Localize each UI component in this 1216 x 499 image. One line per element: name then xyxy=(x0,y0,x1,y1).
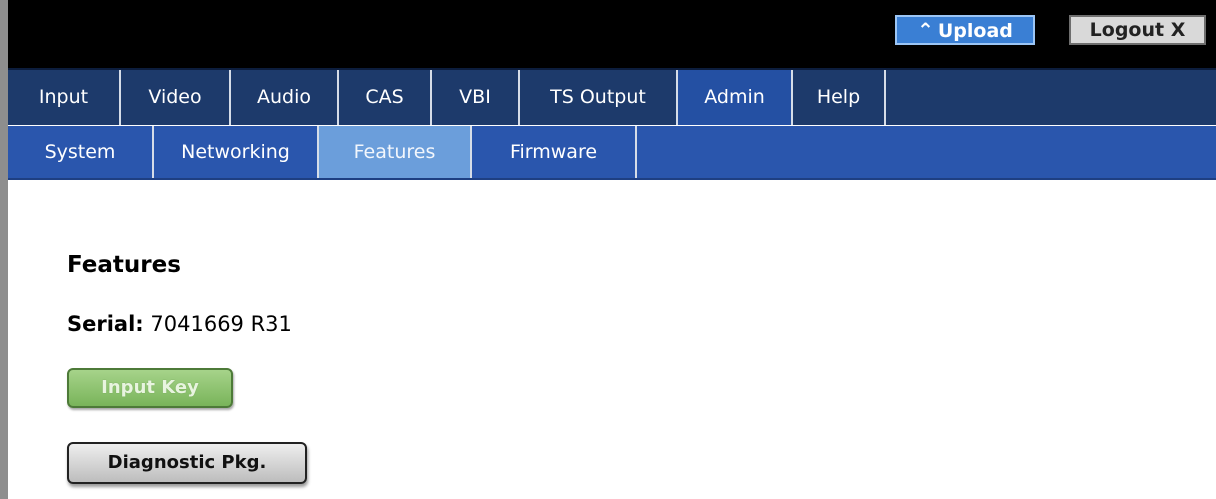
input-key-button[interactable]: Input Key xyxy=(67,368,233,408)
tab-admin[interactable]: Admin xyxy=(678,70,793,125)
left-rail xyxy=(0,0,8,499)
tab-cas[interactable]: CAS xyxy=(339,70,432,125)
page-title: Features xyxy=(67,252,181,278)
tab-video[interactable]: Video xyxy=(121,70,231,125)
diagnostic-pkg-button[interactable]: Diagnostic Pkg. xyxy=(67,442,307,484)
serial-value: 7041669 R31 xyxy=(150,312,292,336)
subtab-system[interactable]: System xyxy=(8,126,154,178)
tab-ts-output[interactable]: TS Output xyxy=(520,70,678,125)
tab-vbi[interactable]: VBI xyxy=(432,70,520,125)
sub-nav: System Networking Features Firmware xyxy=(8,125,1216,180)
double-chevron-up-icon: ⌃ xyxy=(917,18,934,42)
tab-input[interactable]: Input xyxy=(8,70,121,125)
serial-label: Serial: xyxy=(67,312,144,336)
main-nav: Input Video Audio CAS VBI TS Output Admi… xyxy=(8,68,1216,125)
serial-line: Serial: 7041669 R31 xyxy=(67,312,292,336)
tab-help[interactable]: Help xyxy=(793,70,886,125)
upload-label: Upload xyxy=(937,20,1013,42)
upload-button[interactable]: ⌃ Upload xyxy=(895,15,1035,45)
subtab-firmware[interactable]: Firmware xyxy=(472,126,637,178)
logout-button[interactable]: Logout X xyxy=(1069,15,1206,45)
subtab-networking[interactable]: Networking xyxy=(154,126,319,178)
tab-audio[interactable]: Audio xyxy=(231,70,339,125)
subtab-features[interactable]: Features xyxy=(319,126,472,178)
